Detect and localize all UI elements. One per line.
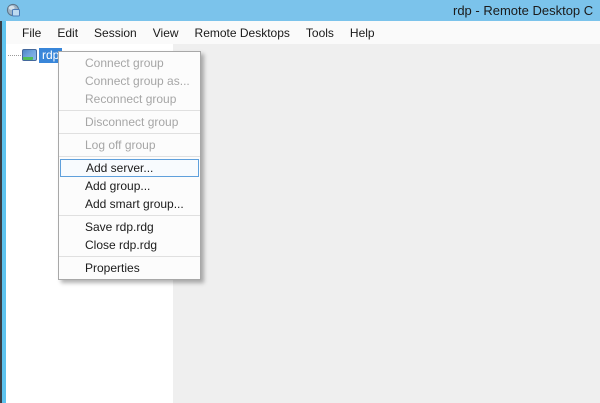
menu-item-add-smart-group[interactable]: Add smart group... xyxy=(59,195,200,213)
menu-item-connect-group: Connect group xyxy=(59,54,200,72)
context-menu: Connect group Connect group as... Reconn… xyxy=(58,51,201,280)
server-group-icon xyxy=(22,49,37,61)
tree-connector-line xyxy=(8,55,21,56)
menu-session[interactable]: Session xyxy=(86,22,145,44)
menu-item-save-rdg[interactable]: Save rdp.rdg xyxy=(59,218,200,236)
menu-item-close-rdg[interactable]: Close rdp.rdg xyxy=(59,236,200,254)
menu-item-properties[interactable]: Properties xyxy=(59,259,200,277)
menu-edit[interactable]: Edit xyxy=(49,22,86,44)
menu-separator xyxy=(59,133,200,134)
menu-item-log-off-group: Log off group xyxy=(59,136,200,154)
menu-tools[interactable]: Tools xyxy=(298,22,342,44)
rdcman-window: rdp - Remote Desktop C File Edit Session… xyxy=(0,0,600,403)
window-title: rdp - Remote Desktop C xyxy=(453,3,593,18)
menu-item-reconnect-group: Reconnect group xyxy=(59,90,200,108)
menu-separator xyxy=(59,110,200,111)
menu-help[interactable]: Help xyxy=(342,22,383,44)
app-icon[interactable] xyxy=(6,3,21,18)
client-area xyxy=(173,44,600,403)
menu-item-add-server[interactable]: Add server... xyxy=(60,159,199,177)
menu-view[interactable]: View xyxy=(145,22,187,44)
menu-separator xyxy=(59,256,200,257)
titlebar[interactable]: rdp - Remote Desktop C xyxy=(0,0,600,21)
menu-item-connect-group-as: Connect group as... xyxy=(59,72,200,90)
menu-item-disconnect-group: Disconnect group xyxy=(59,113,200,131)
menu-separator xyxy=(59,156,200,157)
menu-file[interactable]: File xyxy=(14,22,49,44)
menu-separator xyxy=(59,215,200,216)
menubar: File Edit Session View Remote Desktops T… xyxy=(6,21,600,44)
menu-item-add-group[interactable]: Add group... xyxy=(59,177,200,195)
menu-remote-desktops[interactable]: Remote Desktops xyxy=(187,22,298,44)
